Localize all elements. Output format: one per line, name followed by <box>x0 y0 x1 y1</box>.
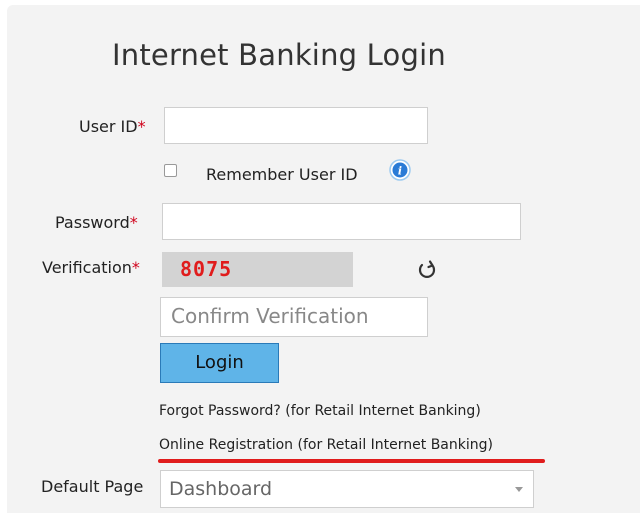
password-label: Password* <box>55 213 138 232</box>
captcha-code: 8075 <box>180 257 233 281</box>
refresh-icon[interactable] <box>416 259 438 281</box>
required-mark: * <box>131 258 140 277</box>
required-mark: * <box>129 213 138 232</box>
default-page-value: Dashboard <box>169 478 273 500</box>
forgot-password-link[interactable]: Forgot Password? (for Retail Internet Ba… <box>159 403 481 419</box>
captcha-image: 8075 <box>162 252 353 287</box>
highlight-underline <box>158 459 545 463</box>
user-id-label: User ID* <box>79 117 146 136</box>
online-registration-link[interactable]: Online Registration (for Retail Internet… <box>159 437 493 453</box>
user-id-input[interactable] <box>164 107 428 144</box>
login-button[interactable]: Login <box>160 343 279 383</box>
svg-text:i: i <box>398 165 402 178</box>
remember-user-id-label: Remember User ID <box>206 165 358 184</box>
default-page-label: Default Page <box>41 477 144 496</box>
user-id-label-text: User ID <box>79 117 138 136</box>
info-icon[interactable]: i <box>388 158 412 182</box>
verification-label: Verification* <box>42 258 140 277</box>
password-label-text: Password <box>55 213 130 232</box>
remember-user-id-checkbox[interactable] <box>164 164 177 177</box>
password-input[interactable] <box>162 203 521 240</box>
default-page-select[interactable]: Dashboard <box>160 470 534 508</box>
confirm-verification-input[interactable]: Confirm Verification <box>160 297 428 337</box>
required-mark: * <box>137 117 146 136</box>
chevron-down-icon <box>515 487 523 492</box>
page-title: Internet Banking Login <box>112 38 446 72</box>
verification-label-text: Verification <box>42 258 132 277</box>
